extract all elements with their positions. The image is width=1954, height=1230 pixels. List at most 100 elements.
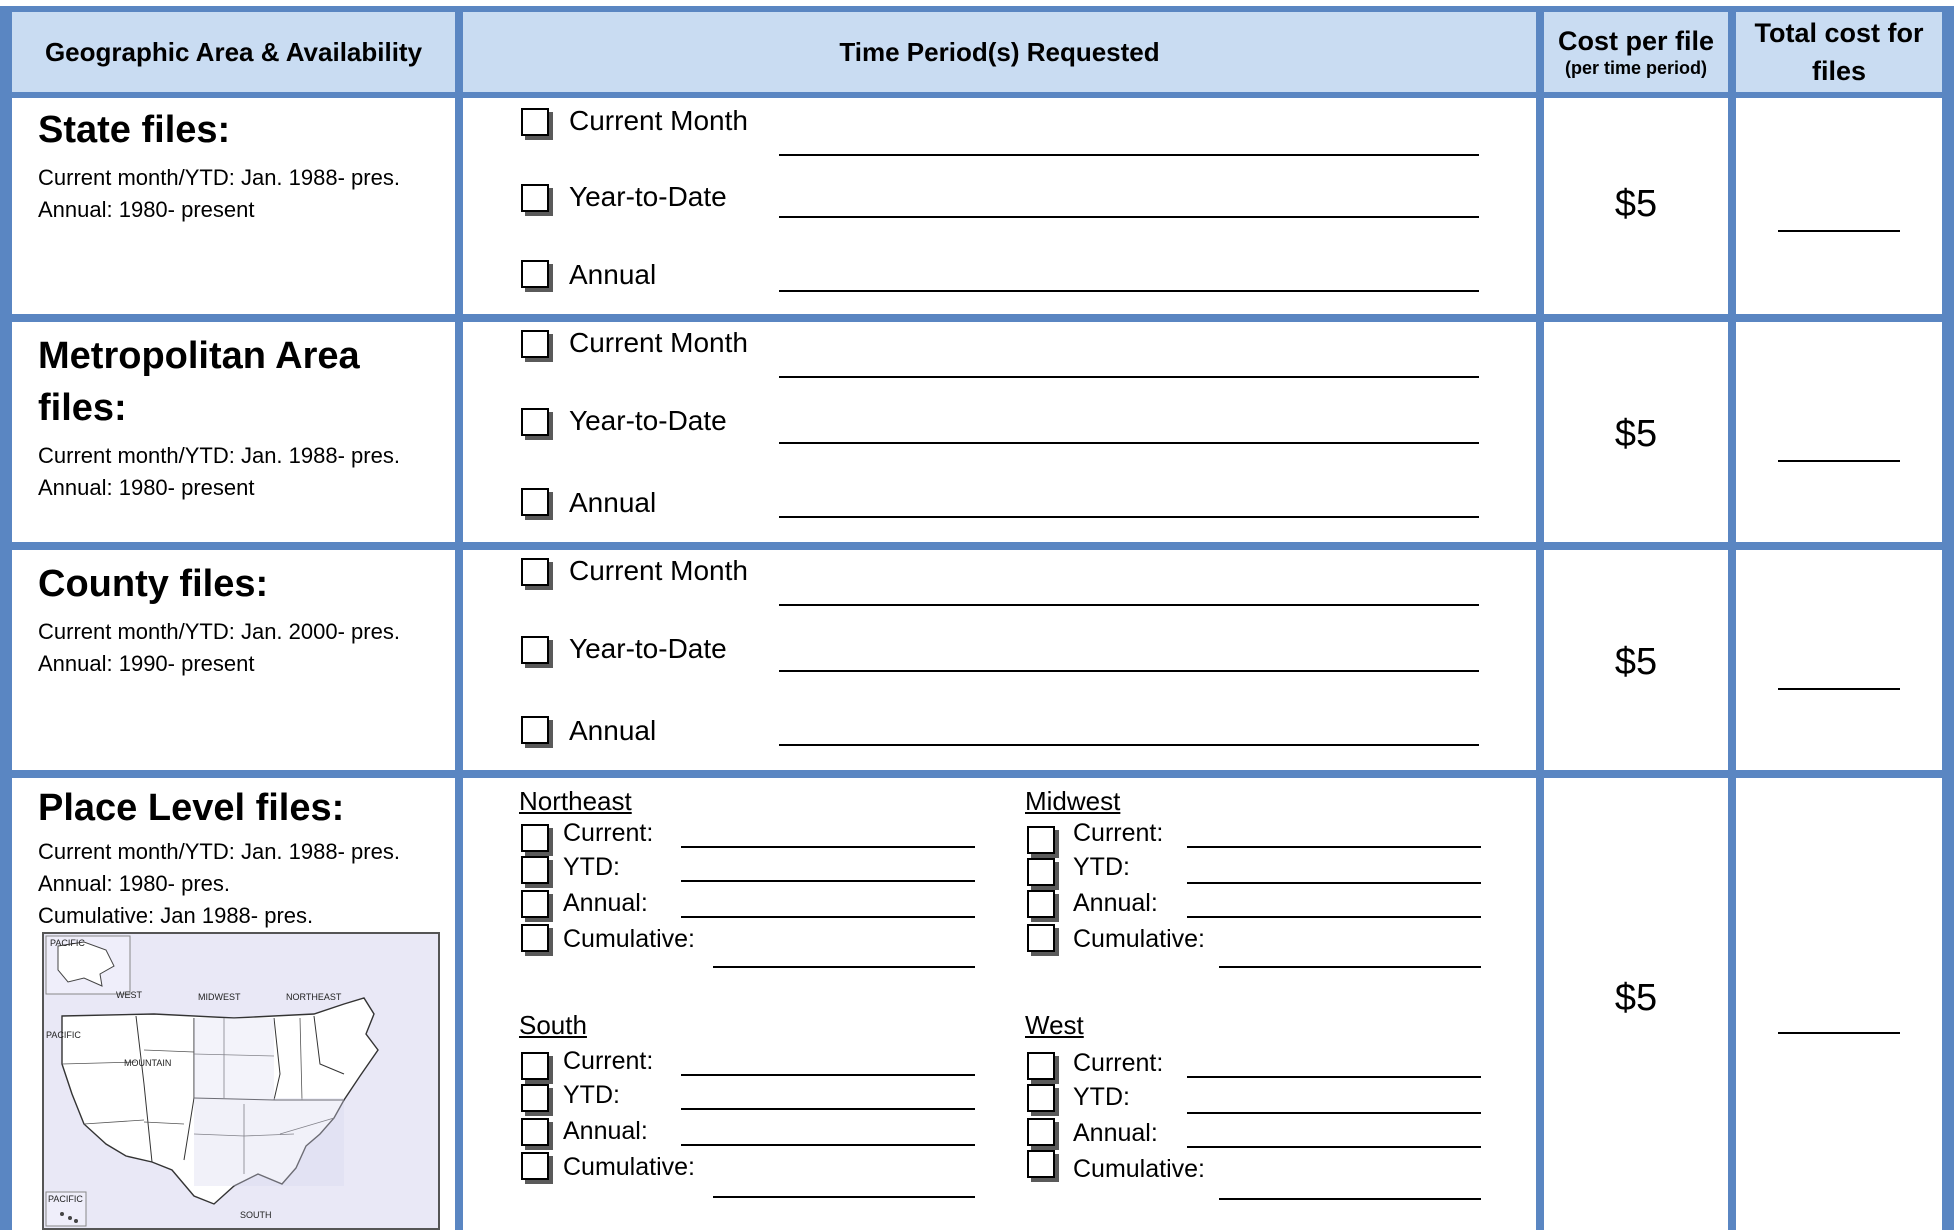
state-annual-checkbox[interactable] bbox=[521, 260, 549, 288]
county-current-month-checkbox[interactable] bbox=[521, 558, 549, 586]
region-northeast-title: Northeast bbox=[519, 786, 632, 816]
us-map-graphic: PACIFIC WEST MIDWEST NORTHEAST PACIFIC M… bbox=[45, 935, 379, 1227]
region-south-title: South bbox=[519, 1010, 587, 1040]
county-ytd-checkbox[interactable] bbox=[521, 636, 549, 664]
metro-annual-checkbox[interactable] bbox=[521, 488, 549, 516]
county-ytd-line[interactable] bbox=[779, 670, 1479, 672]
place-periods-cell: Northeast Current: YTD: Annual: Cumulati… bbox=[463, 778, 1536, 1230]
state-ytd-checkbox[interactable] bbox=[521, 184, 549, 212]
south-current-line[interactable] bbox=[681, 1074, 975, 1076]
county-annual-line[interactable] bbox=[779, 744, 1479, 746]
south-ytd-label: YTD: bbox=[563, 1081, 620, 1109]
south-annual-line[interactable] bbox=[681, 1144, 975, 1146]
metro-note-current: Current month/YTD: Jan. 1988- pres. bbox=[38, 443, 400, 468]
west-annual-checkbox[interactable] bbox=[1027, 1118, 1055, 1146]
south-annual-checkbox[interactable] bbox=[521, 1118, 549, 1146]
northeast-ytd-checkbox[interactable] bbox=[521, 856, 549, 884]
west-cumulative-line[interactable] bbox=[1219, 1198, 1481, 1200]
state-current-month-line[interactable] bbox=[779, 154, 1479, 156]
state-annual-line[interactable] bbox=[779, 290, 1479, 292]
state-total-cell bbox=[1736, 98, 1942, 314]
midwest-ytd-line[interactable] bbox=[1187, 882, 1481, 884]
northeast-current-checkbox[interactable] bbox=[521, 824, 549, 852]
south-current-checkbox[interactable] bbox=[521, 1052, 549, 1080]
place-total-cell bbox=[1736, 778, 1942, 1230]
midwest-cumulative-line[interactable] bbox=[1219, 966, 1481, 968]
metro-files-title-line2: files: bbox=[38, 387, 127, 429]
metro-ytd-label: Year-to-Date bbox=[569, 405, 727, 436]
midwest-current-checkbox[interactable] bbox=[1027, 826, 1055, 854]
place-total-line[interactable] bbox=[1778, 1032, 1900, 1034]
county-total-cell bbox=[1736, 550, 1942, 770]
northeast-cumulative-checkbox[interactable] bbox=[521, 924, 549, 952]
northeast-current-line[interactable] bbox=[681, 846, 975, 848]
northeast-cumulative-label: Cumulative: bbox=[563, 925, 695, 953]
region-west-title: West bbox=[1025, 1010, 1084, 1040]
northeast-annual-line[interactable] bbox=[681, 916, 975, 918]
region-midwest-title: Midwest bbox=[1025, 786, 1121, 816]
midwest-cumulative-checkbox[interactable] bbox=[1027, 924, 1055, 952]
metro-files-title-line1: Metropolitan Area bbox=[38, 335, 360, 377]
header-time-periods: Time Period(s) Requested bbox=[463, 12, 1536, 92]
county-note-annual: Annual: 1990- present bbox=[38, 651, 255, 676]
county-annual-label: Annual bbox=[569, 715, 657, 746]
state-cost-cell: $5 bbox=[1544, 98, 1728, 314]
midwest-annual-checkbox[interactable] bbox=[1027, 890, 1055, 918]
county-current-month-line[interactable] bbox=[779, 604, 1479, 606]
west-current-line[interactable] bbox=[1187, 1076, 1481, 1078]
county-total-line[interactable] bbox=[1778, 688, 1900, 690]
map-label-pacific: PACIFIC bbox=[46, 1030, 81, 1040]
state-current-month-checkbox[interactable] bbox=[521, 108, 549, 136]
south-ytd-checkbox[interactable] bbox=[521, 1084, 549, 1112]
metro-area-cell: Metropolitan Area files: Current month/Y… bbox=[12, 322, 455, 542]
west-ytd-line[interactable] bbox=[1187, 1112, 1481, 1114]
map-label-midwest: MIDWEST bbox=[198, 992, 241, 1002]
state-note-annual: Annual: 1980- present bbox=[38, 197, 255, 222]
county-area-cell: County files: Current month/YTD: Jan. 20… bbox=[12, 550, 455, 770]
midwest-ytd-checkbox[interactable] bbox=[1027, 858, 1055, 886]
west-current-label: Current: bbox=[1073, 1049, 1164, 1077]
metro-total-line[interactable] bbox=[1778, 460, 1900, 462]
state-files-title: State files: bbox=[38, 109, 231, 151]
metro-ytd-checkbox[interactable] bbox=[521, 408, 549, 436]
midwest-current-label: Current: bbox=[1073, 819, 1164, 847]
south-ytd-line[interactable] bbox=[681, 1108, 975, 1110]
county-annual-checkbox[interactable] bbox=[521, 716, 549, 744]
county-files-title: County files: bbox=[38, 563, 269, 605]
state-area-cell: State files: Current month/YTD: Jan. 198… bbox=[12, 98, 455, 314]
place-note-cumulative: Cumulative: Jan 1988- pres. bbox=[38, 903, 314, 928]
northeast-ytd-line[interactable] bbox=[681, 880, 975, 882]
metro-current-month-checkbox[interactable] bbox=[521, 330, 549, 358]
metro-current-month-line[interactable] bbox=[779, 376, 1479, 378]
midwest-current-line[interactable] bbox=[1187, 846, 1481, 848]
midwest-annual-line[interactable] bbox=[1187, 916, 1481, 918]
west-ytd-checkbox[interactable] bbox=[1027, 1084, 1055, 1112]
state-ytd-line[interactable] bbox=[779, 216, 1479, 218]
west-cumulative-checkbox[interactable] bbox=[1027, 1150, 1055, 1178]
place-note-current: Current month/YTD: Jan. 1988- pres. bbox=[38, 839, 400, 864]
place-area-cell: Place Level files: Current month/YTD: Ja… bbox=[12, 778, 455, 1230]
northeast-cumulative-line[interactable] bbox=[713, 966, 975, 968]
state-note-current: Current month/YTD: Jan. 1988- pres. bbox=[38, 165, 400, 190]
state-periods-cell: Current Month Year-to-Date Annual bbox=[463, 98, 1536, 314]
south-annual-label: Annual: bbox=[563, 1117, 648, 1145]
map-label-pacific-hawaii: PACIFIC bbox=[48, 1194, 83, 1204]
metro-cost-cell: $5 bbox=[1544, 322, 1728, 542]
west-current-checkbox[interactable] bbox=[1027, 1052, 1055, 1080]
northeast-annual-checkbox[interactable] bbox=[521, 890, 549, 918]
metro-annual-line[interactable] bbox=[779, 516, 1479, 518]
header-cost-per-file: Cost per file (per time period) bbox=[1544, 12, 1728, 92]
census-regions-map: PACIFIC WEST MIDWEST NORTHEAST PACIFIC M… bbox=[42, 932, 440, 1230]
metro-ytd-line[interactable] bbox=[779, 442, 1479, 444]
south-cumulative-checkbox[interactable] bbox=[521, 1152, 549, 1180]
state-total-line[interactable] bbox=[1778, 230, 1900, 232]
midwest-cumulative-label: Cumulative: bbox=[1073, 925, 1205, 953]
place-cost-cell: $5 bbox=[1544, 778, 1728, 1230]
south-cumulative-line[interactable] bbox=[713, 1196, 975, 1198]
county-cost-value: $5 bbox=[1614, 641, 1658, 683]
metro-note-annual: Annual: 1980- present bbox=[38, 475, 255, 500]
metro-total-cell bbox=[1736, 322, 1942, 542]
metro-cost-value: $5 bbox=[1614, 413, 1658, 455]
state-cost-value: $5 bbox=[1614, 183, 1658, 225]
west-annual-line[interactable] bbox=[1187, 1146, 1481, 1148]
